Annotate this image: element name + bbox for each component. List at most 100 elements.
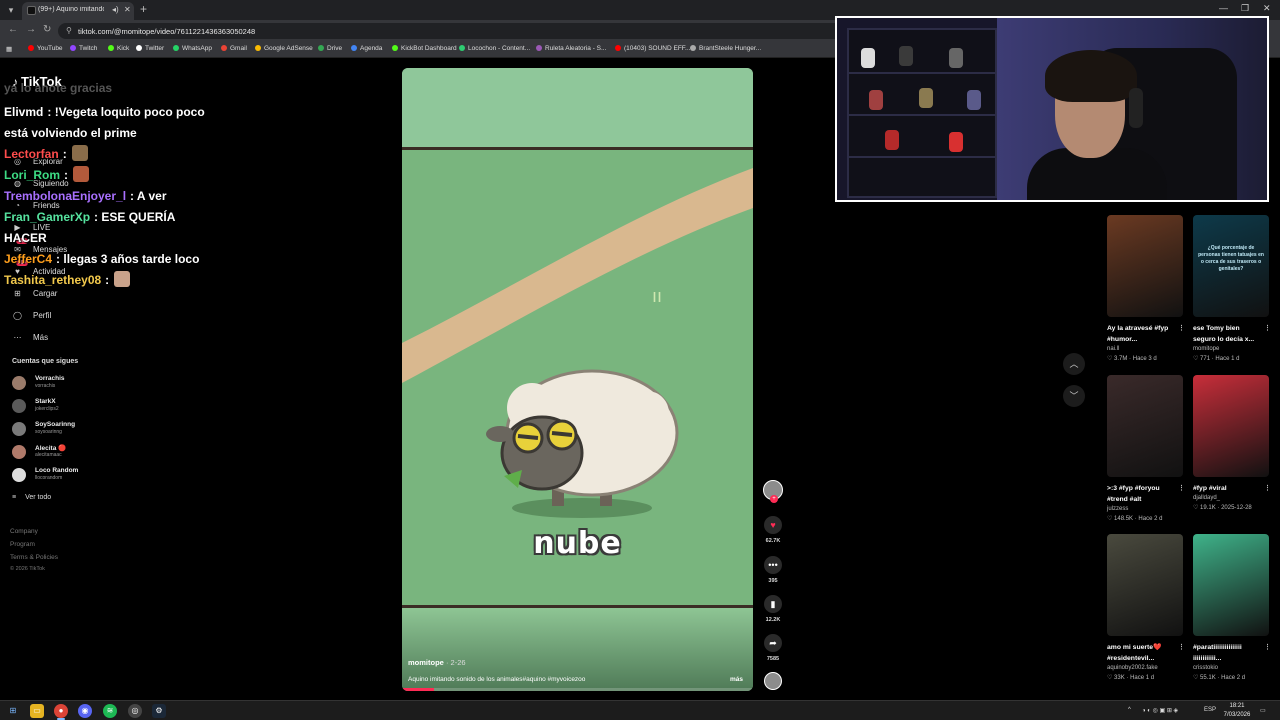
avatar[interactable] (12, 445, 26, 459)
heart-icon[interactable]: ♥ (764, 516, 782, 534)
bookmark-item[interactable]: Twitter (136, 45, 164, 52)
video-thumbnail[interactable] (1107, 534, 1183, 636)
followed-account[interactable]: Alecita 🔴 alecitamaac (12, 443, 212, 461)
video-thumbnail[interactable] (1107, 215, 1183, 317)
sidebar-item-cargar[interactable]: ⊞ Cargar (12, 289, 57, 303)
follow-plus-icon[interactable]: + (770, 495, 778, 503)
followed-account[interactable]: StarkX jokerclips2 (12, 397, 212, 415)
notification-icon[interactable]: ▭ (1260, 707, 1266, 714)
video-author[interactable]: momitope · 2-26 (408, 658, 466, 667)
bookmark-item[interactable]: KickBot Dashboard (392, 45, 457, 52)
more-options-icon[interactable]: ⋮ (1264, 483, 1271, 494)
video-thumbnail[interactable] (1107, 375, 1183, 477)
browser-tab[interactable]: (99+) Aquino imitando Son ◂) ✕ (22, 2, 134, 20)
bookmark-item[interactable]: Google AdSense (255, 45, 313, 52)
sidebar-item-ms[interactable]: ⋯ Más (12, 333, 49, 347)
comment-action[interactable]: ••• 395 (762, 556, 784, 584)
followed-account[interactable]: SoySoarinng soysoarinng (12, 420, 212, 438)
recommended-video[interactable]: >:3 #fyp #foryou #trend #alt ⋮ julzzess ♡ 1… (1107, 375, 1185, 522)
bookmark-item[interactable]: Drive (318, 45, 342, 52)
start-icon[interactable]: ⊞ (6, 704, 20, 718)
bookmark-item[interactable]: Kick (108, 45, 129, 52)
more-options-icon[interactable]: ⋮ (1178, 483, 1185, 494)
video-author[interactable]: aquinoby2002.fake (1107, 665, 1183, 671)
share-icon[interactable]: ➦ (764, 634, 782, 652)
like-action[interactable]: ♥ 62.7K (762, 516, 784, 544)
author-name[interactable]: momitope (408, 658, 444, 667)
music-disc-icon[interactable] (764, 672, 782, 690)
close-icon[interactable]: ✕ (124, 5, 131, 14)
file-explorer-icon[interactable]: ▭ (30, 704, 44, 718)
recommended-video[interactable]: Ay la atravesé #fyp #humor... ⋮ nai.ll ♡ 3.… (1107, 215, 1185, 362)
apps-icon[interactable]: ▦ (6, 45, 12, 53)
more-options-icon[interactable]: ⋮ (1264, 323, 1271, 334)
previous-video-button[interactable]: ︿ (1063, 353, 1085, 375)
bookmark-item[interactable]: YouTube (28, 45, 63, 52)
obs-icon[interactable]: ◎ (128, 704, 142, 718)
bookmark-item[interactable]: BrantSteele Hunger... (690, 45, 761, 52)
video-thumbnail[interactable] (1193, 534, 1269, 636)
followed-account[interactable]: Vorrachis vorrachis (12, 374, 212, 392)
sidebar-item-perfil[interactable]: ◯ Perfil (12, 311, 51, 325)
steam-icon[interactable]: ⚙ (152, 704, 166, 718)
more-options-icon[interactable]: ⋮ (1178, 642, 1185, 653)
video-author[interactable]: julzzess (1107, 506, 1183, 512)
avatar[interactable]: + (763, 480, 783, 503)
reload-icon[interactable]: ↻ (43, 24, 51, 35)
video-author[interactable]: crisstokio (1193, 665, 1269, 671)
language-indicator[interactable]: ESP (1204, 707, 1216, 713)
more-link[interactable]: más (730, 676, 743, 683)
video-thumbnail[interactable]: ¿Qué porcentaje de personas tienen tatua… (1193, 215, 1269, 317)
footer-company[interactable]: Company (10, 528, 38, 535)
recommended-video[interactable]: #paratiiiiiiiiiiiiiii iiiiiiiiiiii... ⋮ cr… (1193, 534, 1271, 681)
save-action[interactable]: ▮ 12.2K (762, 595, 784, 623)
comment-icon[interactable]: ••• (764, 556, 782, 574)
bookmark-item[interactable]: Gmail (221, 45, 247, 52)
tab-search-icon[interactable]: ▾ (4, 3, 18, 17)
recommended-video[interactable]: #fyp #viral ⋮ djalldayd_ ♡ 19.1K · 2025-12-… (1193, 375, 1271, 511)
avatar[interactable] (12, 376, 26, 390)
site-info-icon[interactable]: ⚲ (66, 26, 72, 35)
forward-icon[interactable]: → (26, 24, 36, 35)
avatar[interactable] (12, 468, 26, 482)
bookmark-item[interactable]: (10403) SOUND EFF... (615, 45, 690, 52)
footer-program[interactable]: Program (10, 541, 35, 548)
video-thumbnail[interactable] (1193, 375, 1269, 477)
speaker-icon[interactable]: ◂) (112, 5, 119, 14)
tray-icons[interactable]: ◑ ◐ ◎ ▣ ⊞ ◈ (1142, 707, 1178, 714)
share-action[interactable]: ➦ 7585 (762, 634, 784, 662)
sound-disc[interactable] (762, 672, 784, 690)
video-player[interactable]: ıı nube momitope · 2-26 Aquino imitando … (402, 68, 753, 691)
bookmark-item[interactable]: Twitch (70, 45, 97, 52)
recommended-video[interactable]: ¿Qué porcentaje de personas tienen tatua… (1193, 215, 1271, 362)
chrome-icon[interactable]: ● (54, 704, 68, 718)
more-options-icon[interactable]: ⋮ (1264, 642, 1271, 653)
maximize-icon[interactable]: ❐ (1241, 3, 1249, 14)
bookmark-icon[interactable]: ▮ (764, 595, 782, 613)
close-window-icon[interactable]: ✕ (1263, 3, 1271, 14)
minimize-icon[interactable]: — (1219, 3, 1228, 13)
bookmark-item[interactable]: Agenda (351, 45, 382, 52)
bookmark-item[interactable]: Locochon - Content... (459, 45, 530, 52)
bookmark-item[interactable]: Ruleta Aleatoria - S... (536, 45, 606, 52)
discord-icon[interactable]: ◉ (78, 704, 92, 718)
video-author[interactable]: momitope (1193, 346, 1269, 352)
back-icon[interactable]: ← (8, 24, 18, 35)
next-video-button[interactable]: ﹀ (1063, 385, 1085, 407)
video-progress-bar[interactable] (402, 688, 753, 691)
avatar[interactable] (12, 422, 26, 436)
recommended-video[interactable]: amo mi suerte❤️ #residentevil... ⋮ aquinob… (1107, 534, 1185, 681)
video-author[interactable]: djalldayd_ (1193, 495, 1269, 501)
tray-chevron-icon[interactable]: ^ (1128, 707, 1131, 713)
see-all-link[interactable]: ≡ Ver todo (12, 494, 51, 501)
more-options-icon[interactable]: ⋮ (1178, 323, 1185, 334)
video-author[interactable]: nai.ll (1107, 346, 1183, 352)
spotify-icon[interactable]: ≋ (103, 704, 117, 718)
avatar[interactable] (12, 399, 26, 413)
creator-avatar[interactable]: + (762, 480, 784, 503)
new-tab-icon[interactable]: + (140, 2, 147, 16)
system-clock[interactable]: 18:21 7/03/2026 (1222, 702, 1252, 720)
bookmark-item[interactable]: WhatsApp (173, 45, 212, 52)
footer-terms[interactable]: Terms & Policies (10, 554, 58, 561)
followed-account[interactable]: Loco Random llocorandom (12, 466, 212, 484)
